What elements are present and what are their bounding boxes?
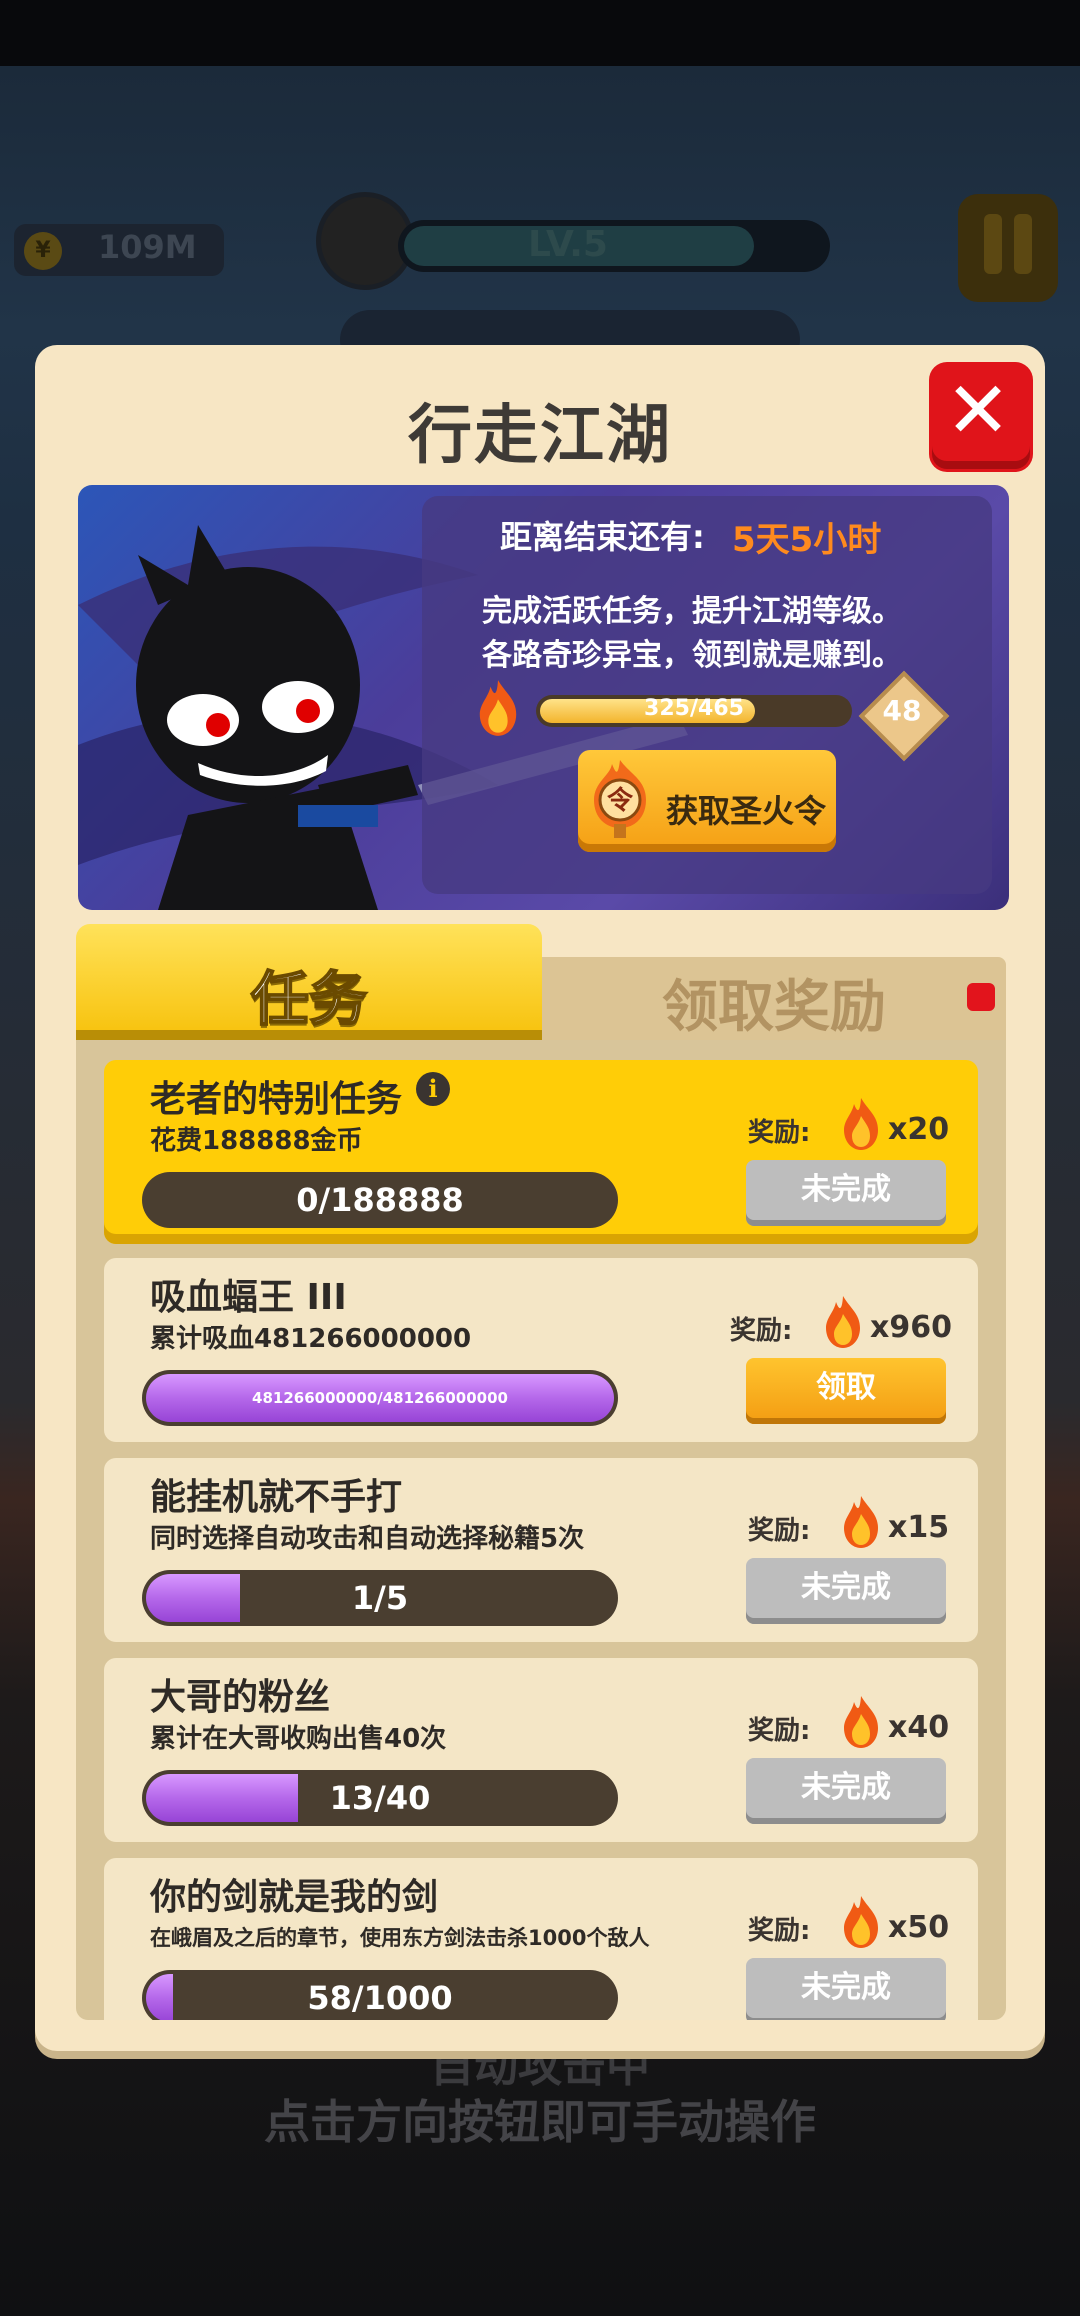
task-card: 吸血蝠王 III 累计吸血481266000000 481266000000/4…	[104, 1258, 978, 1442]
pause-icon	[984, 214, 1002, 274]
flame-icon	[844, 1896, 878, 1948]
level-text: LV.5	[528, 224, 608, 265]
task-title: 能挂机就不手打	[150, 1477, 403, 1518]
countdown-label: 距离结束还有:	[500, 518, 705, 556]
flame-icon	[479, 680, 517, 736]
flame-icon	[844, 1098, 878, 1150]
reward-label: 奖励:	[748, 1716, 811, 1746]
task-title: 老者的特别任务	[150, 1079, 403, 1120]
reward-label: 奖励:	[748, 1516, 811, 1546]
task-description: 花费188888金币	[150, 1126, 363, 1156]
reward-count: x960	[870, 1310, 952, 1345]
flame-icon	[844, 1496, 878, 1548]
status-bar	[0, 0, 1080, 66]
task-status-button[interactable]: 未完成	[746, 1958, 946, 2020]
task-status-button[interactable]: 未完成	[746, 1758, 946, 1824]
pause-button	[958, 194, 1058, 302]
token-icon: 令	[594, 760, 646, 838]
reward-count: x40	[888, 1710, 950, 1745]
tab-rewards-label[interactable]: 领取奖励	[542, 962, 1006, 1043]
event-description: 完成活跃任务，提升江湖等级。	[482, 594, 902, 629]
task-card: 能挂机就不手打 同时选择自动攻击和自动选择秘籍5次 1/5 奖励: x15 未完…	[104, 1458, 978, 1642]
level-progress-text: 325/465	[644, 696, 744, 721]
level-badge-value: 48	[882, 694, 922, 727]
tab-tasks-label[interactable]: 任务	[76, 952, 542, 1036]
claim-button[interactable]: 领取	[746, 1358, 946, 1424]
reward-label: 奖励:	[730, 1316, 793, 1346]
token-glyph: 令	[607, 785, 634, 816]
manual-control-hint: 点击方向按钮即可手动操作	[264, 2095, 816, 2149]
task-progress-text: 13/40	[329, 1779, 431, 1817]
task-description: 在峨眉及之后的章节，使用东方剑法击杀1000个敌人	[150, 1926, 650, 1950]
flame-icon	[844, 1696, 878, 1748]
task-description: 累计在大哥收购出售40次	[150, 1724, 447, 1754]
task-list[interactable]: 老者的特别任务 i 花费188888金币 0/188888 奖励: x20 未完…	[76, 1040, 1006, 2020]
close-icon[interactable]: ✕	[929, 362, 1027, 460]
reward-label: 奖励:	[748, 1916, 811, 1946]
event-description: 各路奇珍异宝，领到就是赚到。	[482, 638, 902, 673]
task-title: 你的剑就是我的剑	[150, 1877, 439, 1918]
get-token-label[interactable]: 获取圣火令	[666, 786, 826, 832]
reward-count: x20	[888, 1112, 950, 1147]
task-card: 大哥的粉丝 累计在大哥收购出售40次 13/40 奖励: x40 未完成	[104, 1658, 978, 1842]
reward-label: 奖励:	[748, 1118, 811, 1148]
coin-value: 109M	[98, 228, 197, 266]
flame-icon	[826, 1296, 860, 1348]
task-progress-text: 0/188888	[296, 1181, 464, 1219]
notification-badge	[967, 983, 995, 1011]
task-card: 你的剑就是我的剑 在峨眉及之后的章节，使用东方剑法击杀1000个敌人 58/10…	[104, 1858, 978, 2020]
coin-icon: ¥	[24, 232, 62, 270]
task-progress-text: 481266000000/481266000000	[252, 1389, 508, 1407]
task-card: 老者的特别任务 i 花费188888金币 0/188888 奖励: x20 未完…	[104, 1060, 978, 1244]
dialog-title: 行走江湖	[408, 399, 672, 473]
reward-count: x15	[888, 1510, 950, 1545]
task-title: 大哥的粉丝	[150, 1677, 331, 1718]
task-progress-text: 58/1000	[307, 1979, 453, 2017]
task-description: 同时选择自动攻击和自动选择秘籍5次	[150, 1524, 585, 1554]
pause-icon	[1014, 214, 1032, 274]
countdown-value: 5天5小时	[732, 520, 882, 560]
task-status-button[interactable]: 未完成	[746, 1160, 946, 1226]
info-icon[interactable]: i	[416, 1072, 450, 1106]
task-progress-text: 1/5	[351, 1579, 409, 1617]
reward-count: x50	[888, 1910, 950, 1945]
task-title: 吸血蝠王 III	[150, 1277, 347, 1318]
task-status-button[interactable]: 未完成	[746, 1558, 946, 1624]
task-description: 累计吸血481266000000	[150, 1324, 472, 1354]
